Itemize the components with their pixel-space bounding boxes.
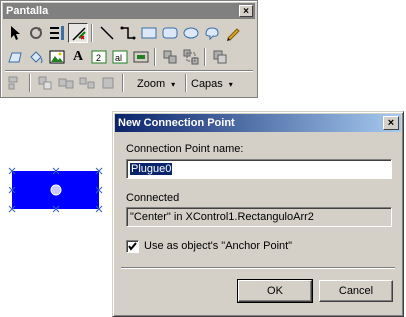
- group-icon: [163, 50, 177, 64]
- distribute-tool[interactable]: [77, 73, 97, 93]
- pantalla-toolbar-window: Pantalla × A 2 al Zoom ▾ Capas ▾: [0, 0, 258, 98]
- ellipse-icon: [183, 27, 199, 39]
- new-connection-point-dialog: New Connection Point × Connection Point …: [112, 111, 404, 317]
- anchor-point-label[interactable]: Use as object's "Anchor Point": [144, 240, 292, 252]
- copy-format-tool[interactable]: [35, 73, 55, 93]
- toolbar-row-divider: [5, 70, 253, 72]
- copy-format-icon: [38, 76, 52, 90]
- toolbar-separator: [29, 74, 31, 92]
- dialog-divider: [121, 267, 395, 269]
- duplicate-icon: [58, 78, 74, 89]
- center-connection-point: [50, 184, 62, 196]
- svg-text:al: al: [115, 53, 122, 63]
- connected-value: "Center" in XControl1.RectanguloArr2: [130, 211, 314, 223]
- text-field-icon: al: [112, 50, 128, 64]
- connection-point-tool[interactable]: [68, 23, 88, 43]
- rotate-tool[interactable]: [26, 23, 46, 43]
- zoom-label: Zoom: [137, 78, 166, 90]
- layers-dropdown[interactable]: Capas ▾: [191, 75, 233, 93]
- toolbar-titlebar[interactable]: Pantalla ×: [3, 3, 255, 19]
- dialog-title: New Connection Point: [118, 117, 235, 129]
- align-icon: [8, 76, 18, 90]
- toolbar-separator: [122, 74, 124, 92]
- button-control-icon: [133, 51, 149, 63]
- connected-label: Connected: [126, 192, 180, 204]
- button-control-tool[interactable]: [131, 47, 151, 67]
- line-icon: [100, 26, 114, 40]
- arrange-icon: [102, 77, 114, 89]
- duplicate-tool[interactable]: [56, 73, 76, 93]
- fill-tool[interactable]: [26, 47, 46, 67]
- paint-bucket-icon: [30, 51, 43, 64]
- connector-tool[interactable]: [118, 23, 138, 43]
- connection-point-icon: [72, 27, 86, 41]
- toolbar-close-button[interactable]: ×: [239, 5, 253, 17]
- elbow-connector-icon: [120, 26, 136, 40]
- rectangle-tool[interactable]: [139, 23, 159, 43]
- bring-front-tool[interactable]: [210, 47, 230, 67]
- arrange-tool[interactable]: [98, 73, 118, 93]
- arrow-pointer-icon: [11, 26, 20, 40]
- toolbar-separator: [154, 48, 156, 66]
- chevron-down-icon: ▾: [228, 80, 233, 89]
- svg-text:2: 2: [96, 53, 101, 63]
- toolbar-separator: [185, 74, 187, 92]
- name-label: Connection Point name:: [126, 143, 244, 155]
- numeric-field-tool[interactable]: 2: [89, 47, 109, 67]
- text-tool[interactable]: A: [68, 47, 88, 67]
- chevron-down-icon: ▾: [171, 80, 176, 89]
- name-input-value: Plugue0: [130, 163, 173, 175]
- toolbar-separator: [91, 24, 93, 42]
- polygon-tool[interactable]: [5, 47, 25, 67]
- distribute-icon: [79, 77, 95, 89]
- layers-label: Capas: [191, 78, 223, 90]
- text-field-tool[interactable]: al: [110, 47, 130, 67]
- ok-button[interactable]: OK: [237, 279, 313, 303]
- ungroup-icon: [183, 49, 199, 65]
- toolbar-separator: [204, 48, 206, 66]
- anchor-point-checkbox[interactable]: [126, 240, 139, 253]
- rectangle-canvas: [8, 167, 103, 213]
- ungroup-tool[interactable]: [181, 47, 201, 67]
- toolbar-title: Pantalla: [6, 5, 49, 17]
- image-icon: [49, 50, 65, 64]
- pencil-icon: [227, 28, 240, 41]
- rectangle-icon: [141, 27, 157, 39]
- rounded-rectangle-tool[interactable]: [160, 23, 180, 43]
- select-arrow-tool[interactable]: [5, 23, 25, 43]
- group-tool[interactable]: [160, 47, 180, 67]
- ellipse-tool[interactable]: [181, 23, 201, 43]
- connection-point-name-input[interactable]: Plugue0: [126, 159, 392, 179]
- image-tool[interactable]: [47, 47, 67, 67]
- pencil-tool[interactable]: [223, 23, 243, 43]
- rounded-rectangle-icon: [162, 27, 178, 39]
- zoom-dropdown[interactable]: Zoom ▾: [137, 75, 175, 93]
- dialog-titlebar[interactable]: New Connection Point ×: [115, 114, 401, 132]
- polygon-icon: [8, 52, 22, 63]
- dialog-close-button[interactable]: ×: [383, 116, 399, 130]
- connected-field: "Center" in XControl1.RectanguloArr2: [126, 207, 392, 227]
- freeform-shape-icon: [205, 27, 219, 41]
- align-tool[interactable]: [5, 73, 25, 93]
- list-connection-icon: [50, 26, 64, 40]
- rotate-icon: [30, 27, 42, 39]
- selected-rectangle-shape[interactable]: [8, 166, 103, 214]
- freeform-tool[interactable]: [202, 23, 222, 43]
- bring-to-front-icon: [213, 50, 227, 64]
- checkmark-icon: [128, 242, 137, 251]
- connection-list-tool[interactable]: [47, 23, 67, 43]
- line-tool[interactable]: [97, 23, 117, 43]
- numeric-field-icon: 2: [91, 50, 107, 64]
- cancel-button[interactable]: Cancel: [319, 280, 393, 302]
